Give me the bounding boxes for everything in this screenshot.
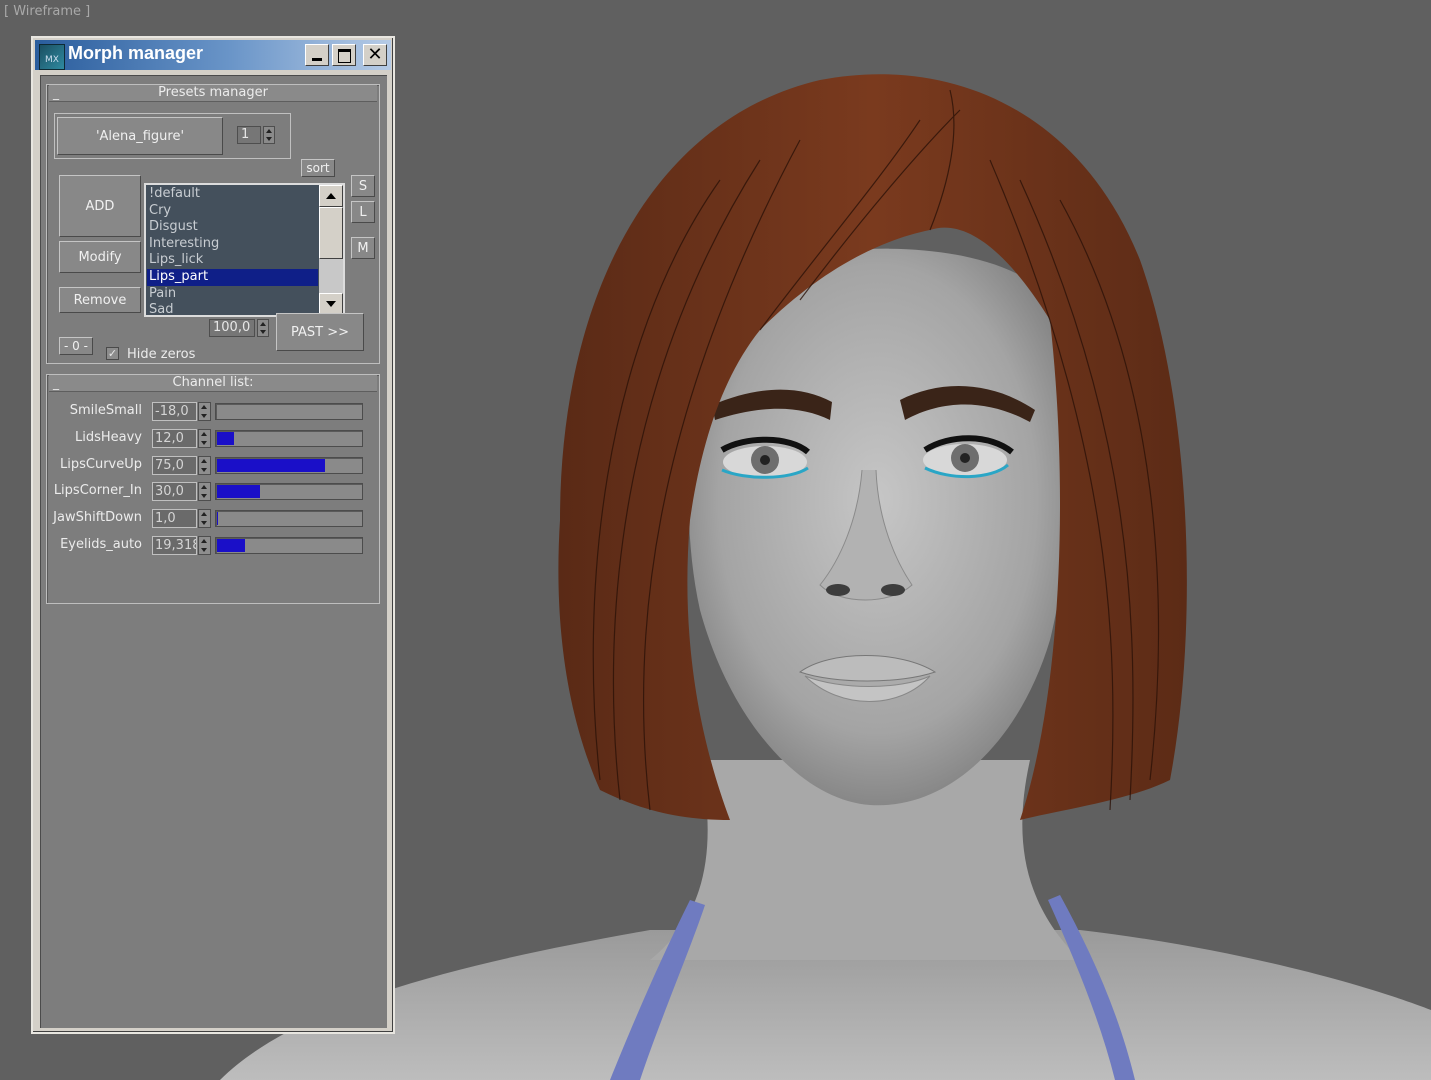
channel-value-field[interactable]: 75,0 (152, 455, 197, 475)
channel-slider-fill (217, 458, 325, 472)
collapse-icon[interactable]: _ (53, 85, 59, 101)
channel-value-field[interactable]: -18,0 (152, 402, 197, 421)
presets-manager-header[interactable]: _ Presets manager (49, 85, 377, 102)
hide-zeros-checkbox[interactable]: ✓ (106, 347, 119, 360)
window-title: Morph manager (68, 43, 204, 63)
add-button[interactable]: ADD (59, 175, 141, 237)
zero-button[interactable]: - 0 - (59, 337, 93, 355)
channel-slider-fill (217, 485, 261, 499)
channel-row: LipsCorner_In 30,0 (47, 482, 377, 502)
channel-value-spinner[interactable] (198, 509, 211, 529)
close-button[interactable]: ✕ (363, 44, 387, 66)
channel-value-spinner[interactable] (198, 536, 211, 555)
presets-manager-rollout: _ Presets manager 'Alena_figure' 1 sort … (46, 84, 380, 364)
list-item[interactable]: Pain (147, 286, 318, 303)
channel-slider[interactable] (215, 429, 363, 447)
app-logo-icon: MX (39, 44, 65, 70)
channel-label: LidsHeavy (74, 429, 142, 445)
save-s-button[interactable]: S (351, 175, 375, 197)
preset-name-button[interactable]: 'Alena_figure' (57, 117, 223, 155)
merge-m-button[interactable]: M (351, 237, 375, 259)
channel-value-spinner[interactable] (198, 402, 211, 421)
scroll-down-icon[interactable] (319, 293, 343, 315)
channel-row: LipsCurveUp 75,0 (47, 455, 377, 476)
hide-zeros-label: Hide zeros (127, 347, 196, 362)
window-titlebar[interactable]: MX Morph manager ✕ (35, 40, 391, 70)
close-icon: ✕ (367, 44, 383, 65)
channel-label: LipsCorner_In (53, 483, 142, 499)
channel-slider[interactable] (215, 483, 363, 501)
channel-value-field[interactable]: 30,0 (152, 482, 197, 502)
scroll-up-icon[interactable] (319, 185, 343, 207)
sort-button[interactable]: sort (301, 159, 335, 177)
channel-value-spinner[interactable] (198, 455, 211, 475)
channel-row: JawShiftDown 1,0 (47, 509, 377, 529)
channel-list-header[interactable]: _ Channel list: (49, 375, 377, 392)
list-item[interactable]: Lips_lick (147, 252, 318, 269)
channel-slider[interactable] (215, 403, 363, 420)
channel-slider-fill (217, 512, 219, 526)
list-item[interactable]: Interesting (147, 236, 318, 253)
percent-field[interactable]: 100,0 (209, 319, 255, 337)
preset-index-spinner[interactable] (263, 126, 275, 144)
list-item[interactable]: Cry (147, 203, 318, 220)
channel-row: LidsHeavy 12,0 (47, 428, 377, 449)
list-item[interactable]: Disgust (147, 219, 318, 236)
channel-label: JawShiftDown (53, 510, 142, 526)
channel-value-field[interactable]: 1,0 (152, 509, 197, 529)
presets-manager-title: Presets manager (158, 85, 268, 100)
window-client-area: _ Presets manager 'Alena_figure' 1 sort … (40, 75, 387, 1028)
morph-manager-window: MX Morph manager ✕ _ Presets manager 'Al… (31, 36, 395, 1034)
presets-list-items: !default Cry Disgust Interesting Lips_lick Li… (147, 186, 318, 315)
channel-slider-fill (217, 539, 245, 552)
channel-row: Eyelids_auto 19,318 (47, 536, 377, 556)
scroll-thumb[interactable] (319, 207, 343, 259)
channel-list-rollout: _ Channel list: SmileSmall -18,0 LidsHeavy… (46, 374, 380, 604)
channel-list-title: Channel list: (172, 375, 254, 390)
list-scrollbar[interactable] (319, 185, 343, 315)
channel-label: LipsCurveUp (60, 456, 142, 472)
preset-index-field[interactable]: 1 (237, 126, 261, 144)
channel-label: Eyelids_auto (60, 537, 142, 552)
channel-value-field[interactable]: 19,318 (152, 536, 197, 555)
presets-list[interactable]: !default Cry Disgust Interesting Lips_lick Li… (144, 183, 345, 317)
channel-label: SmileSmall (69, 403, 142, 418)
channel-slider[interactable] (215, 456, 363, 474)
channel-slider[interactable] (215, 537, 363, 554)
channel-slider-fill (217, 431, 235, 445)
percent-spinner[interactable] (257, 319, 269, 337)
channel-slider[interactable] (215, 510, 363, 528)
collapse-icon[interactable]: _ (53, 375, 59, 391)
channel-row: SmileSmall -18,0 (47, 402, 377, 422)
modify-button[interactable]: Modify (59, 241, 141, 273)
list-item[interactable]: Lips_part (147, 268, 318, 286)
minimize-button[interactable] (305, 44, 329, 66)
channel-value-field[interactable]: 12,0 (152, 428, 197, 448)
load-l-button[interactable]: L (351, 201, 375, 223)
channel-value-spinner[interactable] (198, 482, 211, 502)
paste-button[interactable]: PAST >> (276, 313, 364, 351)
channel-value-spinner[interactable] (198, 428, 211, 448)
list-item[interactable]: !default (147, 186, 318, 203)
maximize-button[interactable] (332, 44, 356, 66)
remove-button[interactable]: Remove (59, 287, 141, 313)
